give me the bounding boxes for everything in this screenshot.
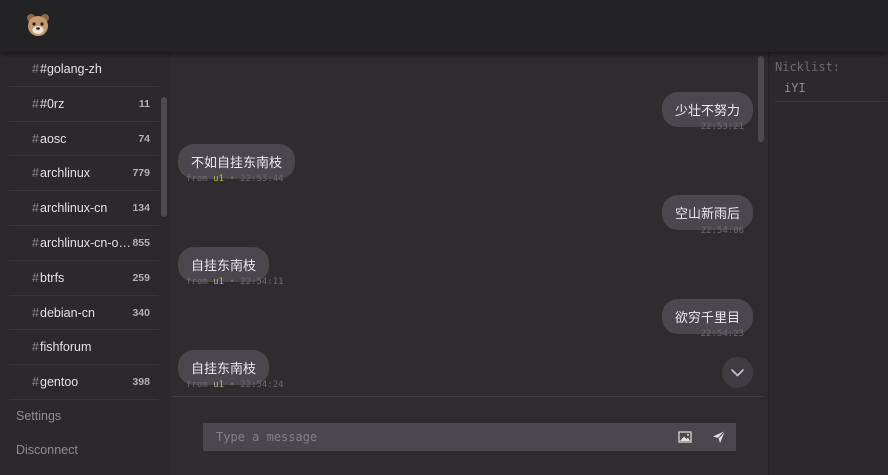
image-upload-icon[interactable] [678,430,692,444]
from-label: from [186,174,208,184]
unread-count: 259 [132,271,150,284]
channel-name: gentoo [40,375,79,390]
bear-logo-icon[interactable] [26,13,50,37]
message-composer [203,423,736,451]
message-meta: from u1 • 22:53:44 [186,174,284,184]
message-time: 22:53:44 [240,174,284,184]
channel-item[interactable]: # btrfs 259 [9,261,159,296]
channel-name: archlinux [40,166,91,181]
nicklist-divider [775,101,887,102]
message-meta: from u1 • 22:54:11 [186,277,284,287]
channel-item[interactable]: # fishforum [9,330,159,366]
chat-scrollbar[interactable] [758,56,764,142]
meta-separator: • [229,277,235,287]
scroll-to-bottom-button[interactable] [722,357,753,388]
disconnect-link[interactable]: Disconnect [16,443,78,457]
unread-count: 11 [138,97,150,110]
channel-hash: # [32,340,39,355]
sidebar: # #golang-zh # #0rz 11 # aosc 74 # archlinux 77… [0,52,171,475]
unread-count: 398 [132,376,150,389]
sender-nick[interactable]: u1 [213,277,224,287]
channel-hash: # [32,235,39,250]
meta-separator: • [229,380,235,390]
channel-item[interactable]: # archlinux-cn 134 [9,191,159,226]
sender-nick[interactable]: u1 [213,380,224,390]
message-outgoing: 空山新雨后 [661,195,753,230]
channel-hash: # [32,305,39,320]
channel-hash: # [32,166,39,181]
channel-hash: # [32,201,39,216]
from-label: from [186,380,208,390]
unread-count: 134 [132,202,150,215]
channel-item[interactable]: # archlinux-cn-o… 855 [9,226,159,261]
settings-link[interactable]: Settings [16,409,61,423]
channel-name: #golang-zh [40,62,102,76]
sender-nick[interactable]: u1 [213,174,224,184]
unread-count: 74 [138,132,150,145]
nick-item[interactable]: iYI [784,81,806,95]
nicklist-title: Nicklist: [775,60,841,74]
channel-item[interactable]: # debian-cn 340 [9,296,159,331]
message-bubble[interactable]: 空山新雨后 [661,195,753,230]
send-icon[interactable] [712,430,726,444]
channel-item[interactable]: # gentoo 398 [9,365,159,400]
message-time: 22:54:11 [240,277,284,287]
message-meta: from u1 • 22:54:24 [186,380,284,390]
channel-item[interactable]: # #golang-zh [9,52,159,87]
channel-name: fishforum [40,340,92,355]
chat-panel: 少壮不努力 22:53:21 不如自挂东南枝 from u1 • 22:53:4… [171,52,768,475]
unread-count: 855 [132,236,150,249]
unread-count: 779 [132,167,150,180]
channel-name: archlinux-cn [40,201,108,216]
sidebar-scrollbar[interactable] [161,97,167,217]
channel-hash: # [32,62,39,76]
channel-name: btrfs [40,270,65,285]
message-time: 22:54:24 [240,380,284,390]
message-time: 22:53:21 [700,122,744,132]
chevron-down-icon [731,369,744,377]
composer-divider [171,396,764,397]
channel-hash: # [32,270,39,285]
channel-name: aosc [40,131,67,146]
message-time: 22:54:06 [700,226,744,236]
message-input[interactable] [203,423,663,451]
message-time: 22:54:23 [700,329,744,339]
unread-count: 340 [132,306,150,319]
channel-name: archlinux-cn-o… [40,235,132,250]
channel-hash: # [32,375,39,390]
nicklist-panel: Nicklist: iYI [768,52,888,475]
channel-hash: # [32,131,39,146]
channel-item[interactable]: # #0rz 11 [9,87,159,122]
channel-item[interactable]: # archlinux 779 [9,156,159,192]
channel-name: #0rz [40,96,65,111]
top-bar [0,0,888,52]
meta-separator: • [229,174,235,184]
channel-hash: # [32,96,39,111]
channel-list: # #golang-zh # #0rz 11 # aosc 74 # archlinux 77… [9,52,159,400]
from-label: from [186,277,208,287]
channel-item[interactable]: # aosc 74 [9,122,159,157]
channel-name: debian-cn [40,305,95,320]
